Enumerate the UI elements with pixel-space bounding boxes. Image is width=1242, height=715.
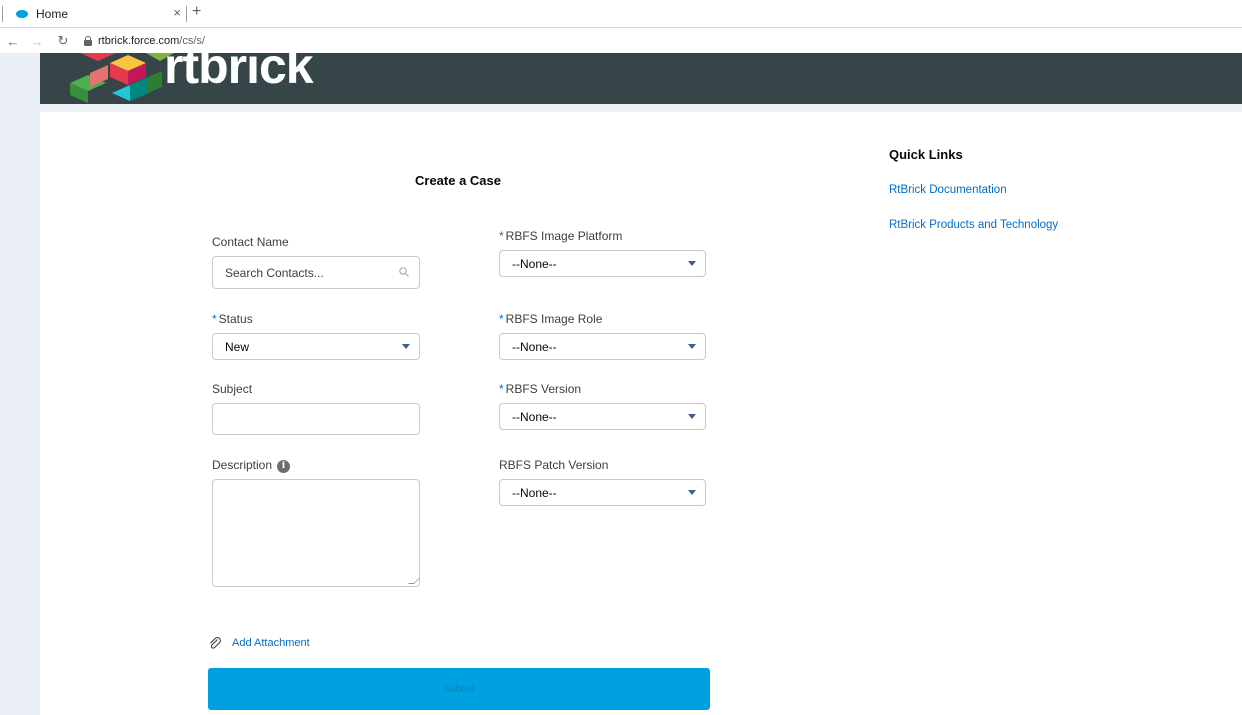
submit-button[interactable]: Submit xyxy=(208,668,710,710)
role-value: --None-- xyxy=(512,339,557,354)
rtbrick-logo-icon[interactable] xyxy=(50,53,180,104)
status-label-text: Status xyxy=(218,312,253,326)
subject-input[interactable] xyxy=(212,403,420,435)
role-label-text: RBFS Image Role xyxy=(505,312,603,326)
new-tab-button[interactable]: + xyxy=(192,3,201,21)
description-label: Description xyxy=(212,458,273,472)
required-marker: * xyxy=(499,312,504,326)
back-arrow-icon[interactable]: ← xyxy=(6,34,20,49)
browser-tab-bar: Home × + xyxy=(0,0,1242,28)
chevron-down-icon xyxy=(688,414,696,419)
page-title: Create a Case xyxy=(415,173,501,188)
version-label: * RBFS Version xyxy=(499,382,581,396)
version-value: --None-- xyxy=(512,409,557,424)
role-label: * RBFS Image Role xyxy=(499,312,602,326)
chevron-down-icon xyxy=(688,490,696,495)
page-left-margin xyxy=(0,53,40,715)
subject-label: Subject xyxy=(212,382,253,396)
platform-label: * RBFS Image Platform xyxy=(499,229,622,243)
patch-value: --None-- xyxy=(512,485,557,500)
search-icon xyxy=(399,267,409,277)
required-marker: * xyxy=(499,229,504,243)
patch-select[interactable]: --None-- xyxy=(499,479,706,506)
platform-label-text: RBFS Image Platform xyxy=(505,229,623,243)
quick-link-products[interactable]: RtBrick Products and Technology xyxy=(889,219,1058,231)
close-tab-icon[interactable]: × xyxy=(173,5,181,20)
chevron-down-icon xyxy=(688,344,696,349)
quick-link-documentation[interactable]: RtBrick Documentation xyxy=(889,184,1007,196)
salesforce-cloud-icon xyxy=(16,10,28,18)
browser-tab[interactable]: Home × xyxy=(0,0,185,28)
info-icon[interactable]: i xyxy=(277,460,290,473)
resize-handle[interactable] xyxy=(408,578,420,584)
status-select[interactable]: New xyxy=(212,333,420,360)
forward-arrow-icon[interactable]: → xyxy=(30,34,44,49)
status-label: * Status xyxy=(212,312,253,326)
reload-icon[interactable]: ↻ xyxy=(56,33,70,49)
contact-search-input[interactable]: Search Contacts... xyxy=(212,256,420,289)
logo-wordmark[interactable]: rtbrick xyxy=(164,53,314,95)
tab-divider xyxy=(186,6,187,22)
tab-divider xyxy=(2,6,3,22)
tab-title: Home xyxy=(36,7,69,21)
url-path: /cs/s/ xyxy=(179,35,205,47)
chevron-down-icon xyxy=(688,261,696,266)
lock-icon[interactable] xyxy=(84,36,92,46)
patch-label: RBFS Patch Version xyxy=(499,458,609,472)
chevron-down-icon xyxy=(402,344,410,349)
contact-name-label: Contact Name xyxy=(212,235,289,249)
url-field[interactable]: rtbrick.force.com/cs/s/ xyxy=(98,35,205,47)
platform-select[interactable]: --None-- xyxy=(499,250,706,277)
add-attachment-label: Add Attachment xyxy=(232,637,310,649)
url-host: rtbrick.force.com xyxy=(98,35,180,47)
description-textarea[interactable] xyxy=(212,479,420,587)
role-select[interactable]: --None-- xyxy=(499,333,706,360)
header-shadow xyxy=(40,104,1242,112)
version-label-text: RBFS Version xyxy=(505,382,582,396)
required-marker: * xyxy=(499,382,504,396)
status-value: New xyxy=(225,339,250,354)
contact-search-placeholder: Search Contacts... xyxy=(225,265,324,280)
quick-links-title: Quick Links xyxy=(889,147,963,162)
version-select[interactable]: --None-- xyxy=(499,403,706,430)
platform-value: --None-- xyxy=(512,256,557,271)
required-marker: * xyxy=(212,312,217,326)
add-attachment-link[interactable]: Add Attachment xyxy=(208,636,310,650)
site-header-banner: rtbrick xyxy=(40,53,1242,104)
paperclip-icon xyxy=(210,636,221,649)
address-bar: ← → ↻ rtbrick.force.com/cs/s/ xyxy=(0,29,1242,53)
